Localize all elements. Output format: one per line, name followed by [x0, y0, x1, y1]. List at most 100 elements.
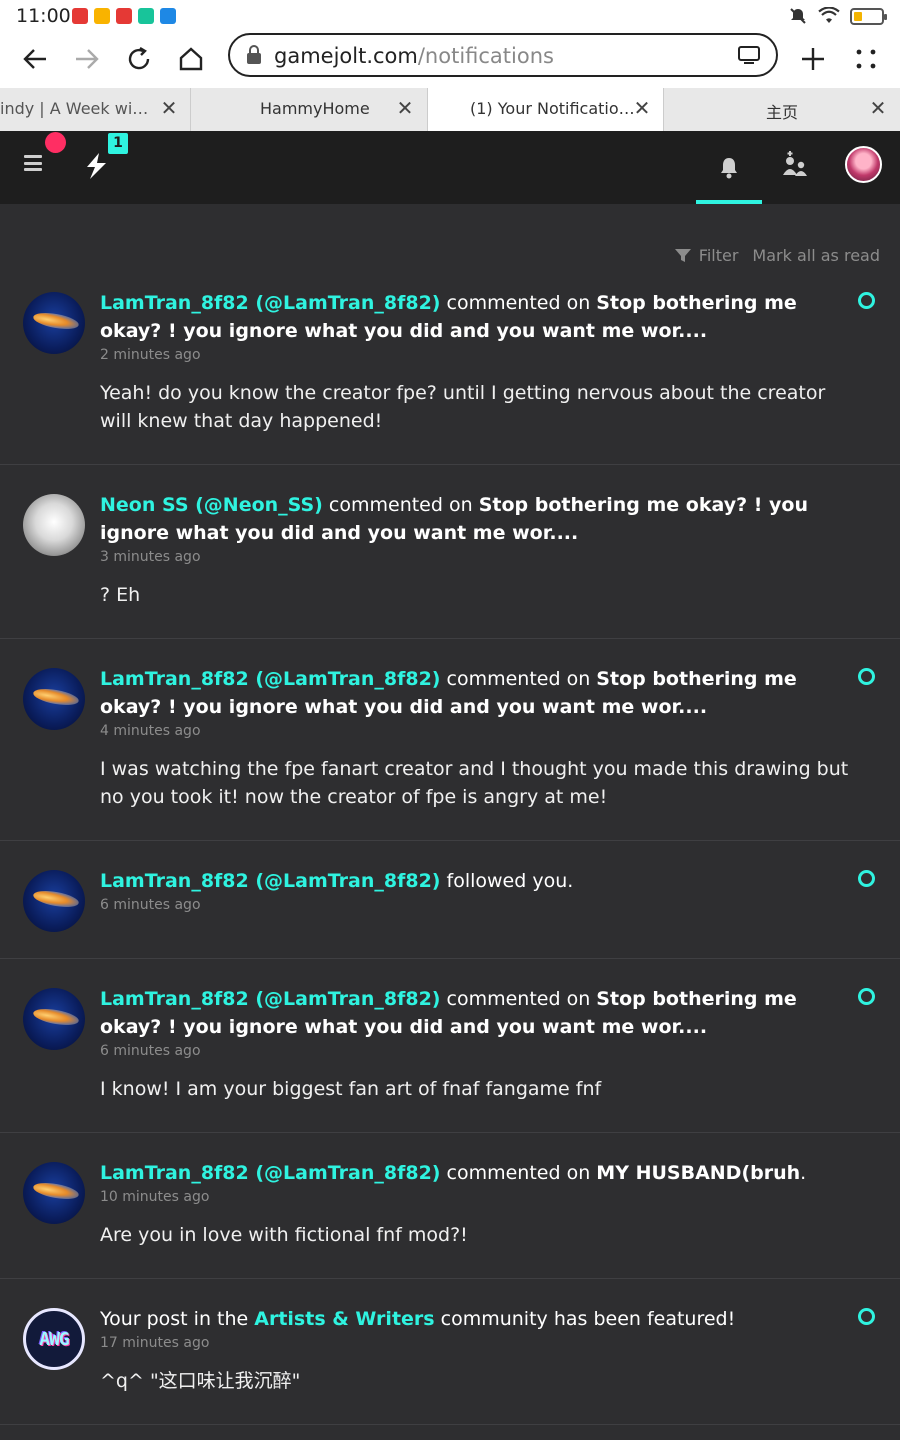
reload-icon: [128, 46, 150, 70]
jellyfish-avatar[interactable]: [23, 870, 85, 932]
community-avatar-text: AWG: [39, 1328, 69, 1350]
notification-time: 6 minutes ago: [100, 1043, 201, 1059]
battery-icon: [850, 7, 887, 25]
friends-button[interactable]: [774, 149, 814, 185]
jellyfish-avatar[interactable]: [23, 292, 85, 354]
shield-notification-icon: [138, 8, 154, 24]
jellyfish-avatar[interactable]: [23, 1162, 85, 1224]
notification-action: commented on: [440, 1162, 597, 1184]
forward-arrow-icon: [76, 49, 99, 69]
mail-notification-icon: [94, 8, 110, 24]
jellyfish-avatar[interactable]: [23, 668, 85, 730]
unread-indicator-dot: [45, 132, 66, 153]
notification-text: LamTran_8f82 (@LamTran_8f82) commented o…: [100, 289, 840, 345]
notification-body: I was watching the fpe fanart creator an…: [100, 758, 849, 808]
notification-item[interactable]: Neon SS (@Neon_SS) commented on Stop bot…: [0, 465, 900, 639]
filter-button[interactable]: Filter: [674, 246, 739, 265]
notification-item[interactable]: LamTran_8f82 (@LamTran_8f82) followed yo…: [0, 841, 900, 959]
url-bar[interactable]: gamejolt.com/notifications: [228, 33, 778, 77]
notification-item[interactable]: LamTran_8f82 (@LamTran_8f82) commented o…: [0, 1133, 900, 1279]
notification-user[interactable]: LamTran_8f82 (@LamTran_8f82): [100, 292, 440, 314]
user-avatar[interactable]: [845, 146, 882, 183]
url-domain: gamejolt.com: [274, 44, 418, 68]
more-dots-icon: [856, 49, 876, 69]
notification-item[interactable]: LamTran_8f82 (@LamTran_8f82) commented o…: [0, 959, 900, 1133]
active-tab-indicator: [696, 200, 762, 204]
tab-notifications[interactable]: (1) Your Notificatio… ✕: [428, 88, 664, 131]
status-time: 11:00: [16, 5, 71, 27]
community-link[interactable]: Artists & Writers: [254, 1308, 434, 1330]
unread-dot[interactable]: [858, 988, 875, 1005]
tab-switcher-icon[interactable]: [738, 46, 760, 64]
mark-all-read-button[interactable]: Mark all as read: [752, 246, 880, 265]
bell-icon: [721, 157, 737, 178]
forward-button[interactable]: [66, 38, 108, 80]
back-button[interactable]: [14, 38, 56, 80]
notification-user[interactable]: LamTran_8f82 (@LamTran_8f82): [100, 988, 440, 1010]
gamejolt-logo-icon[interactable]: [84, 153, 108, 183]
lock-icon: [247, 45, 261, 64]
mute-icon: [790, 8, 806, 24]
notification-action: commented on: [440, 988, 597, 1010]
unread-dot[interactable]: [858, 668, 875, 685]
tab-close-icon[interactable]: ✕: [867, 96, 889, 120]
tab-title: HammyHome: [260, 99, 370, 118]
tab-close-icon[interactable]: ✕: [631, 96, 653, 120]
notification-target-suffix: .: [800, 1162, 807, 1184]
notification-prefix: Your post in the: [100, 1308, 255, 1330]
notification-time: 2 minutes ago: [100, 347, 201, 363]
tab-close-icon[interactable]: ✕: [394, 96, 416, 120]
jellyfish-avatar[interactable]: [23, 988, 85, 1050]
notification-body: I know! I am your biggest fan art of fna…: [100, 1078, 602, 1100]
notification-icons: [72, 8, 176, 24]
notification-body: Are you in love with fictional fnf mod?!: [100, 1224, 468, 1246]
home-icon: [179, 47, 203, 71]
notification-action: followed you.: [440, 870, 574, 892]
artists-writers-avatar[interactable]: AWG: [23, 1308, 85, 1370]
neon-avatar[interactable]: [23, 494, 85, 556]
notifications-button[interactable]: [696, 131, 762, 204]
filter-row: Filter Mark all as read: [674, 246, 880, 265]
tab-indy[interactable]: indy | A Week wi… ✕: [0, 88, 191, 131]
friends-icon: [783, 151, 807, 176]
notification-text: LamTran_8f82 (@LamTran_8f82) followed yo…: [100, 867, 840, 895]
notification-body: Yeah! do you know the creator fpe? until…: [100, 382, 826, 432]
home-button[interactable]: [170, 38, 212, 80]
notification-suffix: community has been featured!: [434, 1308, 736, 1330]
tab-title: 主页: [766, 103, 799, 122]
notification-body: ^q^ "这口味让我沉醉": [100, 1370, 301, 1392]
notification-text: Neon SS (@Neon_SS) commented on Stop bot…: [100, 491, 860, 547]
notification-time: 10 minutes ago: [100, 1189, 210, 1205]
reload-button[interactable]: [118, 38, 160, 80]
notification-action: commented on: [440, 292, 597, 314]
new-tab-button[interactable]: [792, 38, 834, 80]
browser-tabs: indy | A Week wi… ✕ HammyHome ✕ (1) Your…: [0, 88, 900, 131]
notification-text: LamTran_8f82 (@LamTran_8f82) commented o…: [100, 1159, 840, 1187]
notification-user[interactable]: LamTran_8f82 (@LamTran_8f82): [100, 870, 440, 892]
tab-home-page[interactable]: 主页 ✕: [664, 88, 900, 131]
notification-target[interactable]: MY HUSBAND(bruh: [596, 1162, 800, 1184]
notification-item[interactable]: AWG Your post in the Artists & Writers c…: [0, 1279, 900, 1425]
filter-label: Filter: [698, 246, 739, 265]
notification-action: commented on: [322, 494, 479, 516]
notification-action: commented on: [440, 668, 597, 690]
menu-button[interactable]: [845, 38, 887, 80]
plus-icon: [802, 48, 824, 70]
notification-item[interactable]: LamTran_8f82 (@LamTran_8f82) commented o…: [0, 270, 900, 465]
hamburger-menu-icon[interactable]: [24, 155, 42, 171]
notification-time: 6 minutes ago: [100, 897, 201, 913]
notification-user[interactable]: Neon SS (@Neon_SS): [100, 494, 323, 516]
unread-dot[interactable]: [858, 870, 875, 887]
unread-dot[interactable]: [858, 1308, 875, 1325]
notification-time: 4 minutes ago: [100, 723, 201, 739]
tab-hammyhome[interactable]: HammyHome ✕: [191, 88, 428, 131]
notification-user[interactable]: LamTran_8f82 (@LamTran_8f82): [100, 668, 440, 690]
notification-count-badge: 1: [108, 133, 128, 154]
unread-dot[interactable]: [858, 292, 875, 309]
notification-item[interactable]: LamTran_8f82 (@LamTran_8f82) commented o…: [0, 639, 900, 841]
tab-close-icon[interactable]: ✕: [158, 96, 180, 120]
status-bar: 11:00: [0, 0, 900, 32]
notification-user[interactable]: LamTran_8f82 (@LamTran_8f82): [100, 1162, 440, 1184]
system-icons: [788, 6, 887, 26]
app-notification-icon: [72, 8, 88, 24]
